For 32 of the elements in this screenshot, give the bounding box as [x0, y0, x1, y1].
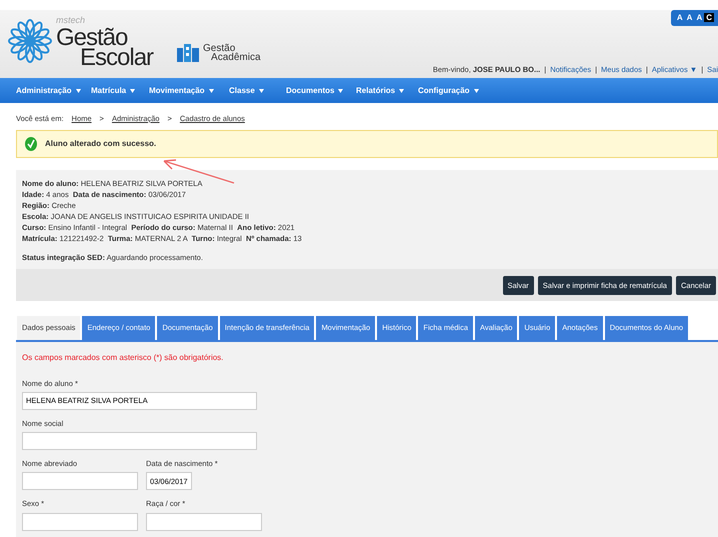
alert-message: Aluno alterado com sucesso.	[45, 138, 156, 150]
caret-icon	[338, 88, 344, 92]
font-size-button[interactable]: A	[674, 13, 685, 22]
required-note: Os campos marcados com asterisco (*) são obrigatórios.	[22, 352, 224, 364]
caret-icon	[208, 88, 214, 92]
font-size-button[interactable]: A	[694, 13, 704, 22]
menu-item[interactable]: Documentos	[286, 84, 334, 96]
module-title: Gestão	[203, 44, 236, 53]
menu-item[interactable]: Relatórios	[356, 84, 396, 96]
caret-icon	[76, 88, 81, 92]
brand-title: Escolar	[80, 48, 154, 68]
input-field[interactable]	[22, 472, 138, 490]
font-size-button[interactable]: A	[684, 13, 694, 22]
input-field[interactable]	[22, 512, 138, 530]
check-icon	[25, 137, 37, 152]
menu-item[interactable]: Configuração	[418, 84, 470, 96]
snowflake-logo-icon	[8, 18, 52, 63]
brand-title: Gestão	[56, 28, 128, 48]
menu-item[interactable]: Matrícula	[91, 84, 126, 96]
building-icon	[177, 44, 200, 62]
caret-icon	[399, 88, 404, 92]
input-field[interactable]	[146, 512, 262, 530]
menu-item[interactable]: Administração	[16, 84, 72, 96]
input-field[interactable]	[22, 432, 257, 450]
module-title: Acadêmica	[211, 52, 260, 62]
menu-item[interactable]: Classe	[229, 84, 255, 96]
menu-item[interactable]: Movimentação	[149, 84, 205, 96]
caret-icon	[130, 88, 136, 92]
font-size-button[interactable]: C	[704, 13, 714, 22]
caret-icon	[258, 88, 264, 92]
caret-icon	[474, 88, 479, 92]
brand-caption: mstech	[56, 14, 86, 27]
